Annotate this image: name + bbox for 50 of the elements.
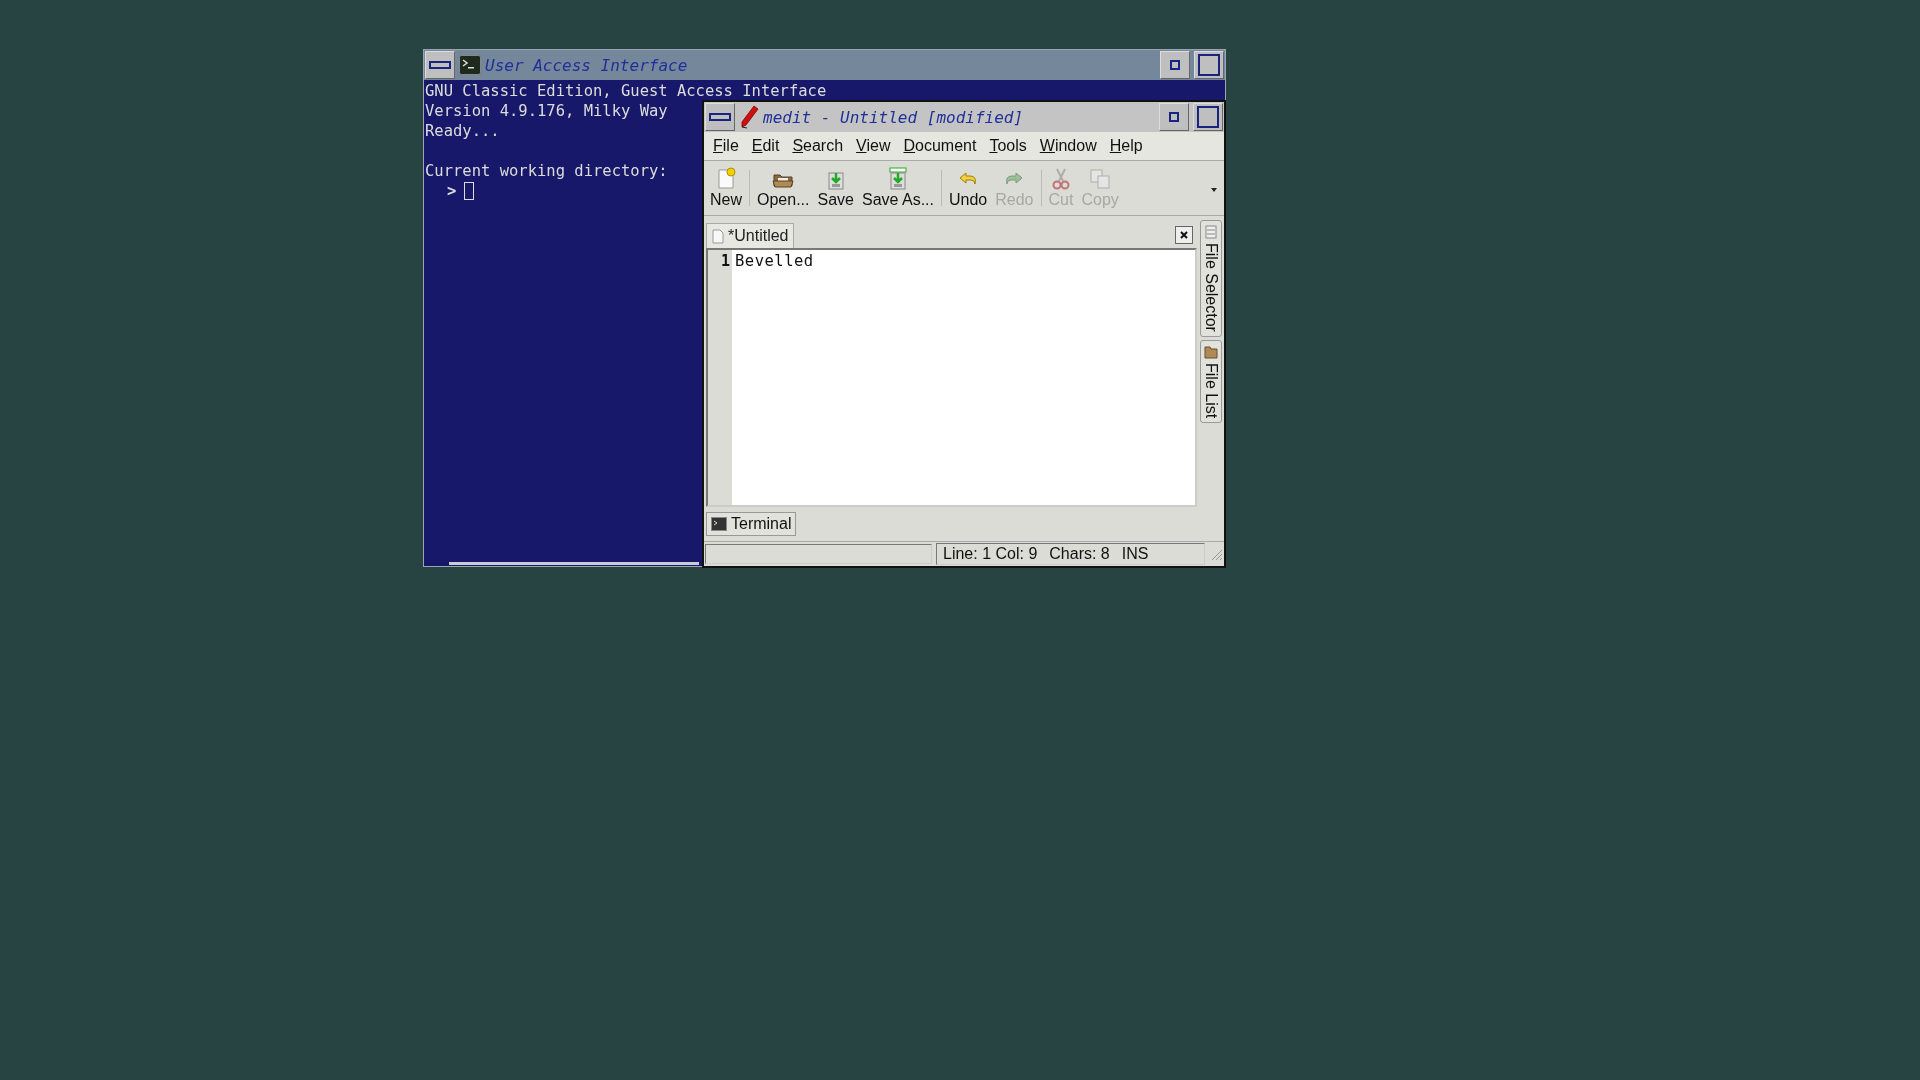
toolbar-button[interactable]: New [706,167,746,209]
menu-item[interactable]: Document [898,135,982,157]
window-menu-button[interactable] [425,51,455,79]
menu-item[interactable]: Window [1034,135,1102,157]
minimize-button[interactable] [1159,103,1189,131]
maximize-button[interactable] [1194,51,1224,79]
terminal-panel-button[interactable]: Terminal [706,512,797,536]
character-count: Chars: 8 [1049,545,1110,563]
maximize-button[interactable] [1193,103,1223,131]
toolbar-button[interactable]: Open... [753,167,814,209]
toolbar-button[interactable]: Undo [945,167,992,209]
close-icon [1179,230,1189,240]
cursor-position: Line: 1 Col: 9 [943,545,1038,563]
document-tab[interactable]: *Untitled [706,223,795,248]
terminal-line: Current working directory: [425,162,668,180]
save-as-icon [886,167,910,191]
minimize-button[interactable] [1160,51,1190,79]
file-cabinet-icon [1204,225,1218,239]
terminal-icon [711,517,727,531]
copy-icon [1088,167,1113,191]
menu-item[interactable]: View [851,135,896,157]
window-title: medit - Untitled [modified] [763,107,1024,127]
side-panel-tab[interactable]: File Selector [1200,220,1222,337]
terminal-line: GNU Classic Edition, Guest Access Interface [425,82,827,100]
insert-mode: INS [1121,545,1149,563]
menu-item[interactable]: Tools [984,135,1032,157]
menu-item[interactable]: Help [1104,135,1148,157]
caret-icon [1210,186,1218,193]
text-line: Bevelled [735,252,814,270]
terminal-icon [459,55,481,75]
folder-icon [1204,344,1218,359]
terminal-line: Version 4.9.176, Milky Way [425,102,668,120]
side-panel-tab[interactable]: File List [1200,339,1222,424]
text-cursor [464,182,475,200]
text-editor[interactable]: 1 Bevelled [706,248,1197,507]
line-number: 1 [719,251,730,272]
terminal-line: Ready... [425,122,500,140]
close-tab-button[interactable] [1175,226,1193,244]
window-menu-button[interactable] [705,103,735,131]
scroll-bar[interactable] [449,562,699,565]
document-icon [712,228,724,244]
toolbar-button[interactable]: Save As... [857,167,938,209]
menu-item[interactable]: Search [787,135,849,157]
resize-grip-icon [1209,547,1223,561]
prompt-symbol: > [447,181,457,201]
toolbar-button[interactable]: Save [813,167,858,209]
menu-item[interactable]: File [708,135,744,157]
window-title: User Access Interface [485,55,688,75]
menu-item[interactable]: Edit [746,135,785,157]
pen-icon [739,105,759,129]
